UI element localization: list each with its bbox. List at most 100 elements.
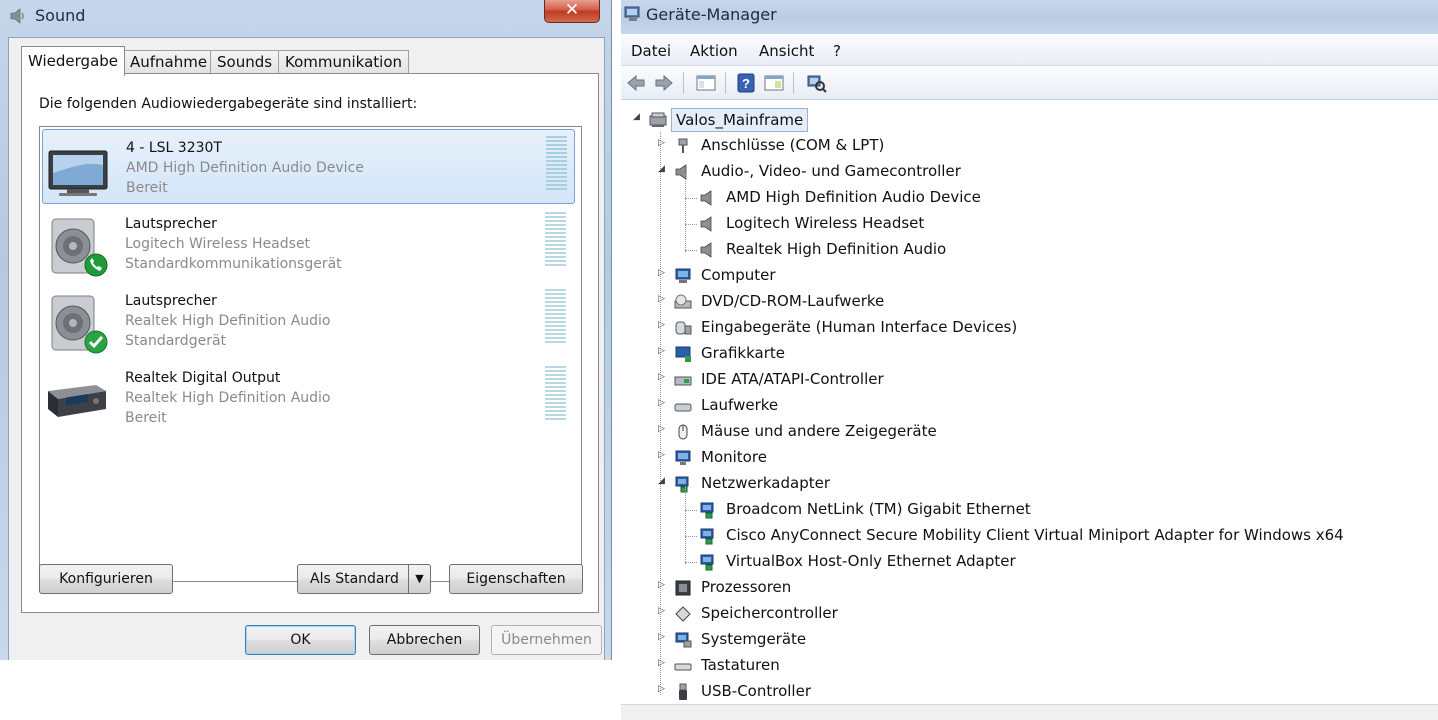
back-arrow-icon[interactable]	[625, 72, 647, 94]
tree-device-node[interactable]: Realtek High Definition Audio	[621, 238, 1421, 262]
tree-category-node[interactable]: ▷ Computer	[621, 264, 1401, 288]
properties-button[interactable]: Eigenschaften	[449, 564, 583, 594]
toolbar-separator	[725, 72, 726, 94]
cancel-button[interactable]: Abbrechen	[369, 625, 480, 655]
tree-collapsed-icon[interactable]: ▷	[658, 268, 668, 278]
apply-button[interactable]: Übernehmen	[491, 625, 602, 655]
tree-category-node[interactable]: ▷ Grafikkarte	[621, 342, 1401, 366]
tree-expanded-icon[interactable]: ◢	[658, 164, 668, 174]
tree-collapsed-icon[interactable]: ▷	[658, 606, 668, 616]
menu-aktion[interactable]: Aktion	[690, 42, 738, 60]
sound-titlebar[interactable]: Sound ✕	[0, 0, 612, 34]
tree-device-label: Logitech Wireless Headset	[726, 214, 925, 232]
chevron-down-icon[interactable]: ▼	[408, 565, 430, 593]
device-manager-titlebar[interactable]: Geräte-Manager	[621, 0, 1438, 34]
tree-category-node[interactable]: ▷ DVD/CD-ROM-Laufwerke	[621, 290, 1401, 314]
device-name: Realtek Digital Output	[125, 370, 281, 386]
set-default-button[interactable]: Als Standard ▼	[297, 564, 431, 594]
tree-root-node[interactable]: ◢ Valos_Mainframe	[621, 108, 921, 132]
tree-collapsed-icon[interactable]: ▷	[658, 294, 668, 304]
ok-button[interactable]: OK	[245, 625, 356, 655]
tree-device-node[interactable]: Logitech Wireless Headset	[621, 212, 1421, 236]
tab-aufnahme[interactable]: Aufnahme	[123, 50, 215, 75]
tree-collapsed-icon[interactable]: ▷	[658, 398, 668, 408]
tree-device-node[interactable]: AMD High Definition Audio Device	[621, 186, 1421, 210]
tree-guide-line	[685, 224, 697, 225]
tree-device-label: Broadcom NetLink (TM) Gigabit Ethernet	[726, 500, 1031, 518]
tree-category-node[interactable]: ▷ Tastaturen	[621, 654, 1401, 678]
menu-ansicht[interactable]: Ansicht	[759, 42, 814, 60]
scan-hardware-icon[interactable]	[805, 72, 827, 94]
device-manager-title: Geräte-Manager	[646, 5, 777, 24]
tree-category-label: Mäuse und andere Zeigegeräte	[701, 422, 937, 440]
show-hide-console-tree-icon[interactable]	[695, 72, 717, 94]
tree-category-node[interactable]: ▷ USB-Controller	[621, 680, 1401, 704]
tree-guide-line	[685, 198, 697, 199]
computer-icon	[673, 266, 693, 286]
forward-arrow-icon[interactable]	[653, 72, 675, 94]
tree-category-node[interactable]: ◢ Audio-, Video- und Gamecontroller	[621, 160, 1401, 184]
device-name: 4 - LSL 3230T	[126, 140, 222, 156]
close-button[interactable]: ✕	[544, 0, 600, 23]
tree-category-node[interactable]: ▷ IDE ATA/ATAPI-Controller	[621, 368, 1401, 392]
tree-device-label: AMD High Definition Audio Device	[726, 188, 981, 206]
tab-wiedergabe[interactable]: Wiedergabe	[21, 46, 126, 76]
tree-category-node[interactable]: ◢ Netzwerkadapter	[621, 472, 1401, 496]
device-list-item[interactable]: Realtek Digital Output Realtek High Defi…	[42, 360, 575, 435]
tree-collapsed-icon[interactable]: ▷	[658, 138, 668, 148]
tree-device-label: Realtek High Definition Audio	[726, 240, 947, 258]
tab-sounds[interactable]: Sounds	[210, 50, 280, 75]
audio-speaker-device-icon	[698, 240, 718, 260]
tree-category-label: DVD/CD-ROM-Laufwerke	[701, 292, 885, 310]
tree-collapsed-icon[interactable]: ▷	[658, 424, 668, 434]
tree-category-node[interactable]: ▷ Eingabegeräte (Human Interface Devices)	[621, 316, 1401, 340]
tree-category-node[interactable]: ▷ Systemgeräte	[621, 628, 1401, 652]
tree-expanded-icon[interactable]: ◢	[633, 112, 643, 122]
device-status: Bereit	[125, 410, 167, 426]
network-adapter-device-icon	[698, 500, 718, 520]
monitor-icon	[673, 448, 693, 468]
device-list-item[interactable]: Lautsprecher Logitech Wireless Headset S…	[42, 206, 575, 281]
tab-kommunikation[interactable]: Kommunikation	[278, 50, 410, 75]
tree-collapsed-icon[interactable]: ▷	[658, 320, 668, 330]
usb-icon	[673, 682, 693, 702]
device-driver: AMD High Definition Audio Device	[126, 160, 364, 176]
tree-collapsed-icon[interactable]: ▷	[658, 372, 668, 382]
help-icon[interactable]: ?	[735, 72, 757, 94]
tree-category-node[interactable]: ▷ Laufwerke	[621, 394, 1401, 418]
tree-expanded-icon[interactable]: ◢	[658, 476, 668, 486]
tree-collapsed-icon[interactable]: ▷	[658, 658, 668, 668]
tree-collapsed-icon[interactable]: ▷	[658, 346, 668, 356]
configure-button[interactable]: Konfigurieren	[39, 564, 173, 594]
menu-datei[interactable]: Datei	[631, 42, 671, 60]
device-list-item[interactable]: 4 - LSL 3230T AMD High Definition Audio …	[42, 129, 575, 204]
tree-collapsed-icon[interactable]: ▷	[658, 450, 668, 460]
menu-help[interactable]: ?	[833, 42, 841, 60]
tree-collapsed-icon[interactable]: ▷	[658, 580, 668, 590]
tree-category-label: Audio-, Video- und Gamecontroller	[701, 162, 961, 180]
tree-device-node[interactable]: Broadcom NetLink (TM) Gigabit Ethernet	[621, 498, 1421, 522]
tree-category-node[interactable]: ▷ Monitore	[621, 446, 1401, 470]
device-tree[interactable]: ◢ Valos_Mainframe ▷ Anschlüsse (COM & LPT…	[621, 100, 1438, 704]
tree-category-label: Netzwerkadapter	[701, 474, 830, 492]
network-adapter-icon	[673, 474, 693, 494]
audio-speaker-device-icon	[698, 214, 718, 234]
tree-category-node[interactable]: ▷ Speichercontroller	[621, 602, 1401, 626]
tree-category-label: Monitore	[701, 448, 767, 466]
tree-collapsed-icon[interactable]: ▷	[658, 632, 668, 642]
tree-device-node[interactable]: Cisco AnyConnect Secure Mobility Client …	[621, 524, 1421, 548]
playback-device-list[interactable]: 4 - LSL 3230T AMD High Definition Audio …	[39, 126, 582, 582]
device-driver: Realtek High Definition Audio	[125, 390, 331, 406]
svg-text:?: ?	[742, 76, 750, 91]
tree-category-label: IDE ATA/ATAPI-Controller	[701, 370, 884, 388]
tree-category-node[interactable]: ▷ Anschlüsse (COM & LPT)	[621, 134, 1401, 158]
tree-device-node[interactable]: VirtualBox Host-Only Ethernet Adapter	[621, 550, 1421, 574]
tree-category-node[interactable]: ▷ Prozessoren	[621, 576, 1401, 600]
tree-category-label: Prozessoren	[701, 578, 792, 596]
tree-category-node[interactable]: ▷ Mäuse und andere Zeigegeräte	[621, 420, 1401, 444]
tree-category-label: Grafikkarte	[701, 344, 786, 362]
toolbar-separator	[683, 72, 684, 94]
device-list-item[interactable]: Lautsprecher Realtek High Definition Aud…	[42, 283, 575, 358]
tree-collapsed-icon[interactable]: ▷	[658, 684, 668, 694]
properties-view-icon[interactable]	[763, 72, 785, 94]
